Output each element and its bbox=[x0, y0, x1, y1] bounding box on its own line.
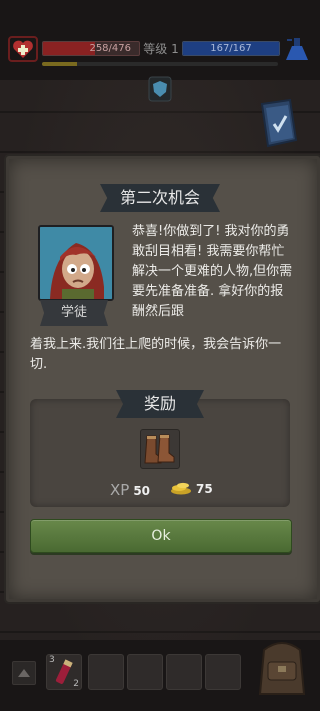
quickslot-5[interactable] bbox=[205, 654, 241, 690]
rewards-title: 奖励 bbox=[116, 390, 204, 418]
mp-bar: 167/167 bbox=[182, 41, 280, 56]
dialog-text: 恭喜!你做到了! 我对你的勇敢刮目相看! 我需要你帮忙解决一个更难的人物,但你需… bbox=[132, 224, 293, 319]
gold-coins-icon bbox=[171, 482, 191, 495]
dialog-text-continued: 着我上来.我们往上爬的时候，我会告诉你一切. bbox=[30, 337, 282, 372]
level-label: 等级 1 bbox=[143, 42, 179, 56]
quickslot-3[interactable] bbox=[127, 654, 163, 690]
dialog-title: 第二次机会 bbox=[100, 184, 220, 212]
hp-text: 258/476 bbox=[89, 43, 131, 54]
xp-value: 50 bbox=[133, 484, 151, 498]
xp-progress-bar bbox=[42, 62, 278, 66]
up-arrow-icon bbox=[18, 669, 30, 677]
hp-bar: 258/476 bbox=[42, 41, 140, 56]
shield-icon[interactable] bbox=[148, 76, 172, 102]
mp-text: 167/167 bbox=[210, 43, 252, 54]
slot-count-bottom: 2 bbox=[73, 679, 79, 689]
potion-icon[interactable] bbox=[284, 36, 310, 64]
backpack-icon[interactable] bbox=[254, 636, 310, 698]
npc-portrait bbox=[38, 225, 114, 301]
gold-value: 75 bbox=[196, 482, 213, 496]
quickslot-2[interactable] bbox=[88, 654, 124, 690]
up-arrow-button[interactable] bbox=[12, 661, 36, 685]
quickslot-1[interactable]: 3 2 bbox=[46, 654, 82, 690]
xp-reward: XP 50 bbox=[110, 481, 151, 499]
heart-icon bbox=[8, 36, 38, 62]
npc-name: 学徒 bbox=[40, 300, 108, 326]
apprentice-portrait-icon bbox=[40, 227, 112, 299]
slot-count-top: 3 bbox=[49, 655, 55, 665]
quest-book-icon[interactable] bbox=[256, 98, 300, 148]
top-hud: 258/476 等级 1 167/167 bbox=[0, 0, 320, 80]
reward-item-slot[interactable] bbox=[140, 429, 180, 469]
quickslot-4[interactable] bbox=[166, 654, 202, 690]
ok-button[interactable]: Ok bbox=[30, 519, 292, 553]
leather-boots-icon bbox=[144, 434, 175, 464]
xp-progress-fill bbox=[42, 62, 78, 66]
xp-label: XP bbox=[110, 481, 130, 499]
